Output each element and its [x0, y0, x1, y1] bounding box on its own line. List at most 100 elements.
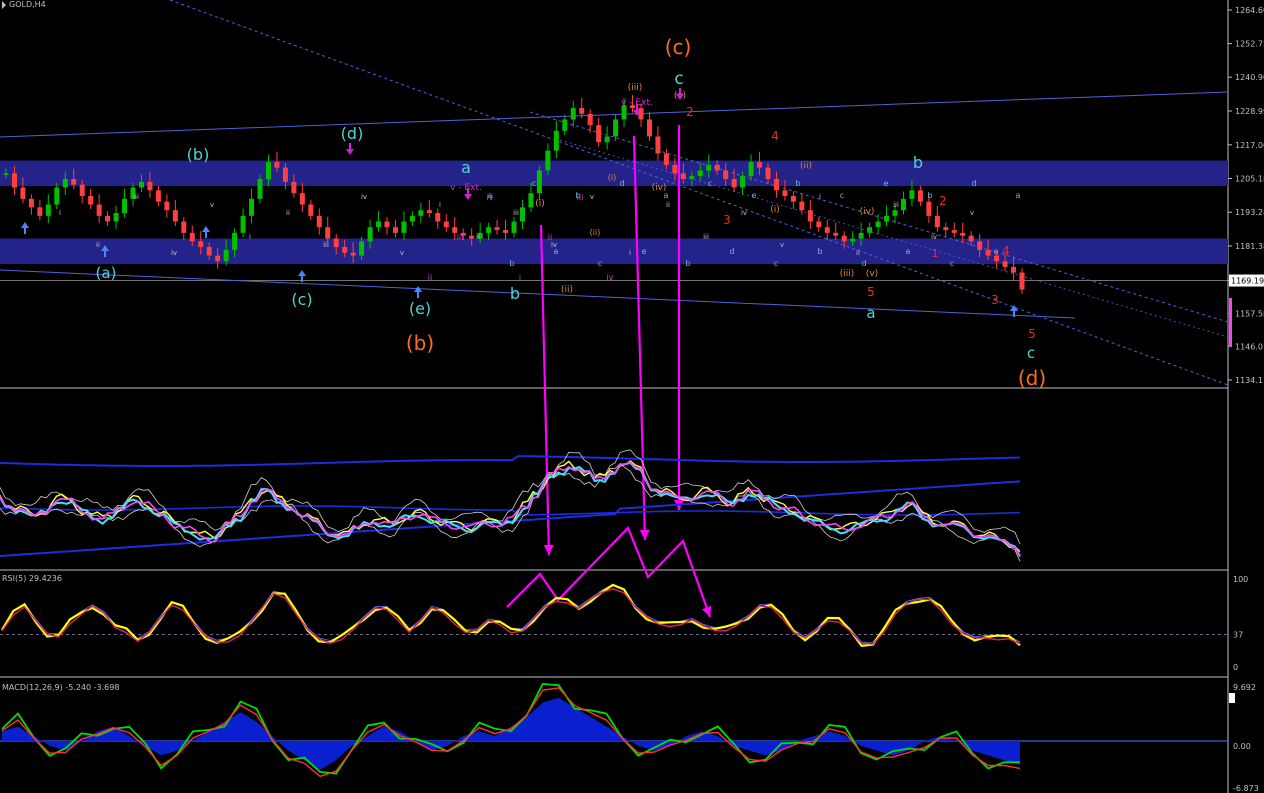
wave-sub-magenta: iv — [487, 193, 494, 202]
wave-sub-label: iii — [323, 241, 329, 249]
price-tick-label: 1264.60 — [1235, 6, 1264, 15]
wave-sub-label: v — [970, 209, 974, 217]
candle-body — [994, 255, 1000, 262]
candle-body — [350, 252, 356, 256]
price-tick-label: 1134.11 — [1235, 376, 1264, 385]
candle-body — [189, 232, 195, 242]
candle-body — [951, 230, 957, 233]
candle-body — [833, 232, 839, 236]
macd-level-label: -6.873 — [1233, 784, 1259, 793]
price-tick-label: 1146.01 — [1235, 342, 1264, 351]
wave-sub-label: i — [249, 233, 251, 241]
wave-sub-magenta: iii — [577, 193, 584, 202]
candle-body — [20, 187, 26, 199]
candle-body — [54, 187, 60, 205]
macd-title: MACD(12,26,9) -5.240 -3.698 — [2, 683, 119, 692]
price-tick-label: 1157.58 — [1235, 309, 1264, 318]
candle-body — [900, 198, 906, 211]
wave-sub-label: iv — [741, 209, 747, 217]
candle-body — [579, 108, 585, 114]
wave-sub-letter: c — [598, 259, 602, 268]
candle-body — [113, 213, 119, 222]
candle-body — [206, 247, 212, 256]
wave-sub-letter: d — [619, 179, 624, 188]
wave-label-cyan: b — [913, 153, 923, 172]
wave-label-red: 5 — [1028, 327, 1036, 341]
rsi-level-label: 37 — [1233, 630, 1243, 639]
wave-label-red: 4 — [771, 129, 779, 143]
wave-sub-magenta: iii — [457, 233, 464, 242]
wave-sub-label: iii — [513, 209, 519, 217]
candle-body — [528, 193, 534, 208]
candle-body — [858, 232, 864, 239]
candle-body — [960, 232, 966, 236]
candle-body — [122, 198, 128, 214]
candle-body — [88, 196, 94, 205]
price-tick-label: 1193.28 — [1235, 208, 1264, 217]
candle-body — [663, 153, 669, 165]
candle-body — [3, 173, 9, 175]
wave-label-orange_small: (iv) — [860, 207, 875, 217]
wave-label-cyan: (d) — [341, 124, 364, 143]
candle-body — [841, 235, 847, 242]
candle-body — [71, 178, 77, 185]
gold-h4-chart: 1264.60 1252.75 1240.90 1228.99 1217.06 1205.… — [0, 0, 1264, 793]
candle-body — [426, 210, 432, 214]
candle-body — [401, 221, 407, 233]
wave-label-cyan: a — [866, 304, 875, 322]
candle-body — [892, 210, 898, 216]
wave-sub-label: i — [629, 249, 631, 257]
candle-body — [723, 170, 729, 179]
candle-body — [934, 215, 940, 228]
wave-sub-label: v — [590, 193, 594, 201]
candle-body — [697, 170, 703, 177]
candle-body — [384, 221, 390, 228]
wave-label-cyan: (b) — [187, 145, 210, 164]
candle-body — [867, 227, 873, 233]
candle-body — [850, 238, 856, 242]
wave-sub-magenta: ii — [428, 273, 432, 282]
candle-body — [875, 221, 881, 228]
wave-label-cyan: c — [1027, 344, 1035, 362]
wave-sub-label: v — [780, 241, 784, 249]
candle-body — [926, 201, 932, 216]
candle-body — [1019, 272, 1025, 290]
wave-sub-letter: e — [642, 247, 647, 256]
candle-body — [909, 190, 915, 199]
candle-body — [519, 207, 525, 222]
candle-body — [376, 221, 382, 228]
candle-body — [816, 221, 822, 228]
candle-body — [249, 198, 255, 216]
price-tick-label: 1228.99 — [1235, 107, 1264, 116]
wave-sub-label: ii — [286, 209, 290, 217]
candle-body — [11, 173, 17, 188]
candle-body — [28, 198, 34, 208]
candle-body — [37, 207, 43, 216]
candle-body — [782, 190, 788, 197]
candle-body — [553, 130, 559, 151]
wave-label-red: 5 — [867, 285, 875, 299]
wave-sub-label: iv — [931, 233, 937, 241]
wave-sub-letter: a — [906, 247, 911, 256]
candle-body — [638, 108, 644, 120]
candle-body — [138, 181, 144, 188]
candle-body — [392, 227, 398, 233]
candle-body — [968, 235, 974, 242]
wave-sub-label: ii — [96, 241, 100, 249]
wave-label-red: 1 — [932, 247, 939, 260]
candle-body — [435, 213, 441, 222]
candle-body — [773, 178, 779, 191]
price-tick-label: 1252.75 — [1235, 40, 1264, 49]
wave-sub-label: ii — [856, 249, 860, 257]
candle-body — [536, 170, 542, 194]
candle-body — [96, 204, 102, 216]
candle-body — [240, 215, 246, 233]
wave-sub-label: i — [819, 193, 821, 201]
candle-body — [1011, 266, 1017, 273]
wave-sub-letter: b — [817, 247, 822, 256]
candle-body — [740, 176, 746, 188]
candle-body — [409, 215, 415, 222]
candle-body — [917, 190, 923, 202]
candle-body — [443, 221, 449, 228]
candle-body — [604, 136, 610, 143]
